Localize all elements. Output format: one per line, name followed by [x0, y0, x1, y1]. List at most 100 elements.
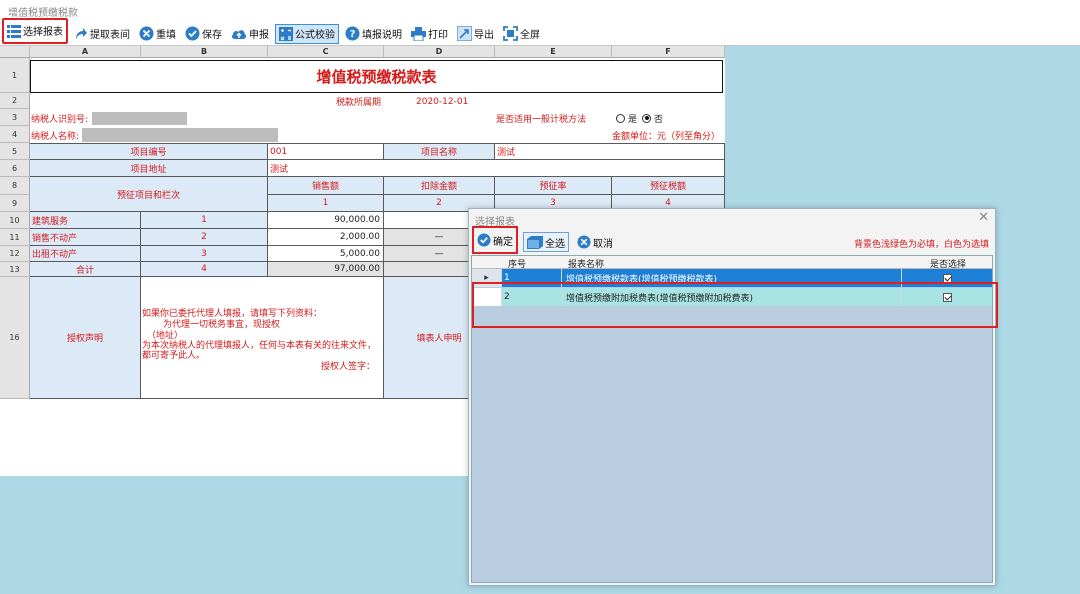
refill-button[interactable]: 重填 [136, 24, 179, 44]
total-no: 4 [141, 262, 268, 277]
calculator-icon [279, 26, 293, 41]
item-no: 2 [141, 229, 268, 246]
row-header[interactable]: 12 [0, 246, 30, 262]
project-name-label: 项目名称 [384, 144, 495, 160]
confirm-label: 确定 [493, 236, 513, 248]
row-header[interactable]: 6 [0, 160, 30, 177]
column-header-a[interactable]: A [30, 46, 141, 58]
row-name: 增值税预缴税款表(增值税预缴税款表) [562, 269, 902, 287]
item-sales[interactable]: 5,000.00 [268, 246, 384, 262]
row-no: 2 [502, 288, 562, 306]
confirm-button[interactable]: 确定 [472, 226, 518, 254]
item-no: 1 [141, 212, 268, 229]
radio-no[interactable]: 否 [642, 111, 663, 125]
form-title: 增值税预缴税款表 [30, 60, 723, 93]
table-row[interactable]: 2 增值税预缴附加税费表(增值税预缴附加税费表) [472, 288, 992, 306]
dialog-hint: 背景色浅绿色为必填，白色为选填 [853, 240, 989, 250]
sales-header: 销售额 [268, 177, 384, 195]
total-sales: 97,000.00 [268, 262, 384, 277]
row-header[interactable]: 5 [0, 143, 30, 160]
formula-check-button[interactable]: 公式校验 [275, 23, 339, 44]
auth-line-5: 都可寄予此人。 [142, 351, 206, 361]
auth-sign-label: 授权人签字： [321, 362, 376, 372]
select-all-button[interactable]: 全选 [523, 232, 569, 252]
export-icon [457, 26, 472, 41]
row-indicator [472, 288, 502, 306]
project-no-label: 项目编号 [30, 144, 268, 160]
column-header-d[interactable]: D [384, 46, 495, 58]
row-header[interactable]: 8 [0, 177, 30, 195]
taxpayer-id-label: 纳税人识别号: [31, 114, 89, 125]
select-report-dialog: 选择报表 ✕ 确定 全选 取消 背景色浅绿色为必填，白色为选填 序号 报表名称 … [468, 208, 996, 586]
select-report-label: 选择报表 [23, 27, 63, 38]
radio-no-label: 否 [654, 114, 664, 125]
printer-icon [411, 26, 426, 41]
col-index-1: 1 [268, 195, 384, 212]
save-label: 保存 [202, 30, 222, 41]
row-header[interactable]: 13 [0, 262, 30, 277]
check-circle-icon [477, 233, 491, 247]
check-circle-icon [185, 26, 200, 41]
radio-yes[interactable]: 是 [616, 111, 637, 125]
close-circle-icon [139, 26, 154, 41]
share-arrow-icon [76, 27, 87, 39]
svg-text:?: ? [350, 29, 356, 40]
list-icon [7, 24, 21, 38]
fill-help-button[interactable]: ? 填报说明 [342, 24, 405, 44]
select-report-button[interactable]: 选择报表 [2, 17, 68, 44]
export-label: 导出 [474, 30, 494, 41]
row-header[interactable]: 16 [0, 277, 30, 399]
row-header[interactable]: 4 [0, 126, 30, 143]
dialog-close-icon[interactable]: ✕ [978, 210, 989, 225]
project-name-value[interactable]: 测试 [495, 144, 725, 160]
folder-icon [527, 235, 543, 249]
auth-text-block: 如果你已委托代理人填报，请填写下列资料： 为代理一切税务事宜，现授权 （地址） … [141, 277, 384, 399]
refill-label: 重填 [156, 30, 176, 41]
taxpayer-name-redacted [82, 128, 278, 142]
item-sales[interactable]: 90,000.00 [268, 212, 384, 229]
row-header[interactable]: 1 [0, 58, 30, 93]
declare-button[interactable]: 申报 [228, 24, 272, 44]
project-no-value[interactable]: 001 [268, 144, 384, 160]
print-button[interactable]: 打印 [408, 24, 451, 44]
row-header[interactable]: 9 [0, 195, 30, 212]
row-header[interactable]: 2 [0, 93, 30, 109]
row-checkbox[interactable] [942, 273, 952, 283]
row-header[interactable]: 10 [0, 212, 30, 229]
column-header-b[interactable]: B [141, 46, 268, 58]
row-name: 增值税预缴附加税费表(增值税预缴附加税费表) [562, 288, 902, 306]
item-name: 销售不动产 [30, 229, 141, 246]
row-checkbox[interactable] [942, 292, 952, 302]
row-select-cell [902, 288, 992, 306]
row-header[interactable]: 3 [0, 109, 30, 126]
help-circle-icon: ? [345, 26, 360, 41]
export-button[interactable]: 导出 [454, 24, 497, 44]
deduct-header: 扣除金额 [384, 177, 495, 195]
radio-yes-circle [616, 113, 625, 123]
total-label: 合计 [30, 262, 141, 277]
item-name: 出租不动产 [30, 246, 141, 262]
fetch-tables-button[interactable]: 提取表间 [71, 24, 133, 44]
tax-header: 预征税额 [612, 177, 725, 195]
save-button[interactable]: 保存 [182, 24, 225, 44]
fullscreen-label: 全屏 [520, 30, 540, 41]
column-header-c[interactable]: C [268, 46, 384, 58]
taxpayer-name-label: 纳税人名称: [31, 131, 80, 142]
corner-header [0, 46, 30, 58]
project-address-value[interactable]: 测试 [268, 160, 725, 177]
cloud-upload-icon [231, 29, 247, 39]
window-title: 增值税预缴税款 [0, 0, 1080, 22]
row-header[interactable]: 11 [0, 229, 30, 246]
general-method-label: 是否适用一般计税方法 [496, 114, 587, 125]
declare-label: 申报 [249, 30, 269, 41]
table-row[interactable]: ▸ 1 增值税预缴税款表(增值税预缴税款表) [472, 269, 992, 287]
project-address-label: 项目地址 [30, 160, 268, 177]
cancel-button[interactable]: 取消 [574, 232, 616, 252]
column-header-f[interactable]: F [612, 46, 725, 58]
taxpayer-id-redacted [92, 112, 187, 125]
main-toolbar: 选择报表 提取表间 重填 保存 申报 公式校验 ? 填报说明 打印 导出 全屏 [0, 17, 1080, 46]
fullscreen-button[interactable]: 全屏 [500, 24, 543, 44]
row-indicator: ▸ [472, 269, 502, 287]
item-sales[interactable]: 2,000.00 [268, 229, 384, 246]
column-header-e[interactable]: E [495, 46, 612, 58]
